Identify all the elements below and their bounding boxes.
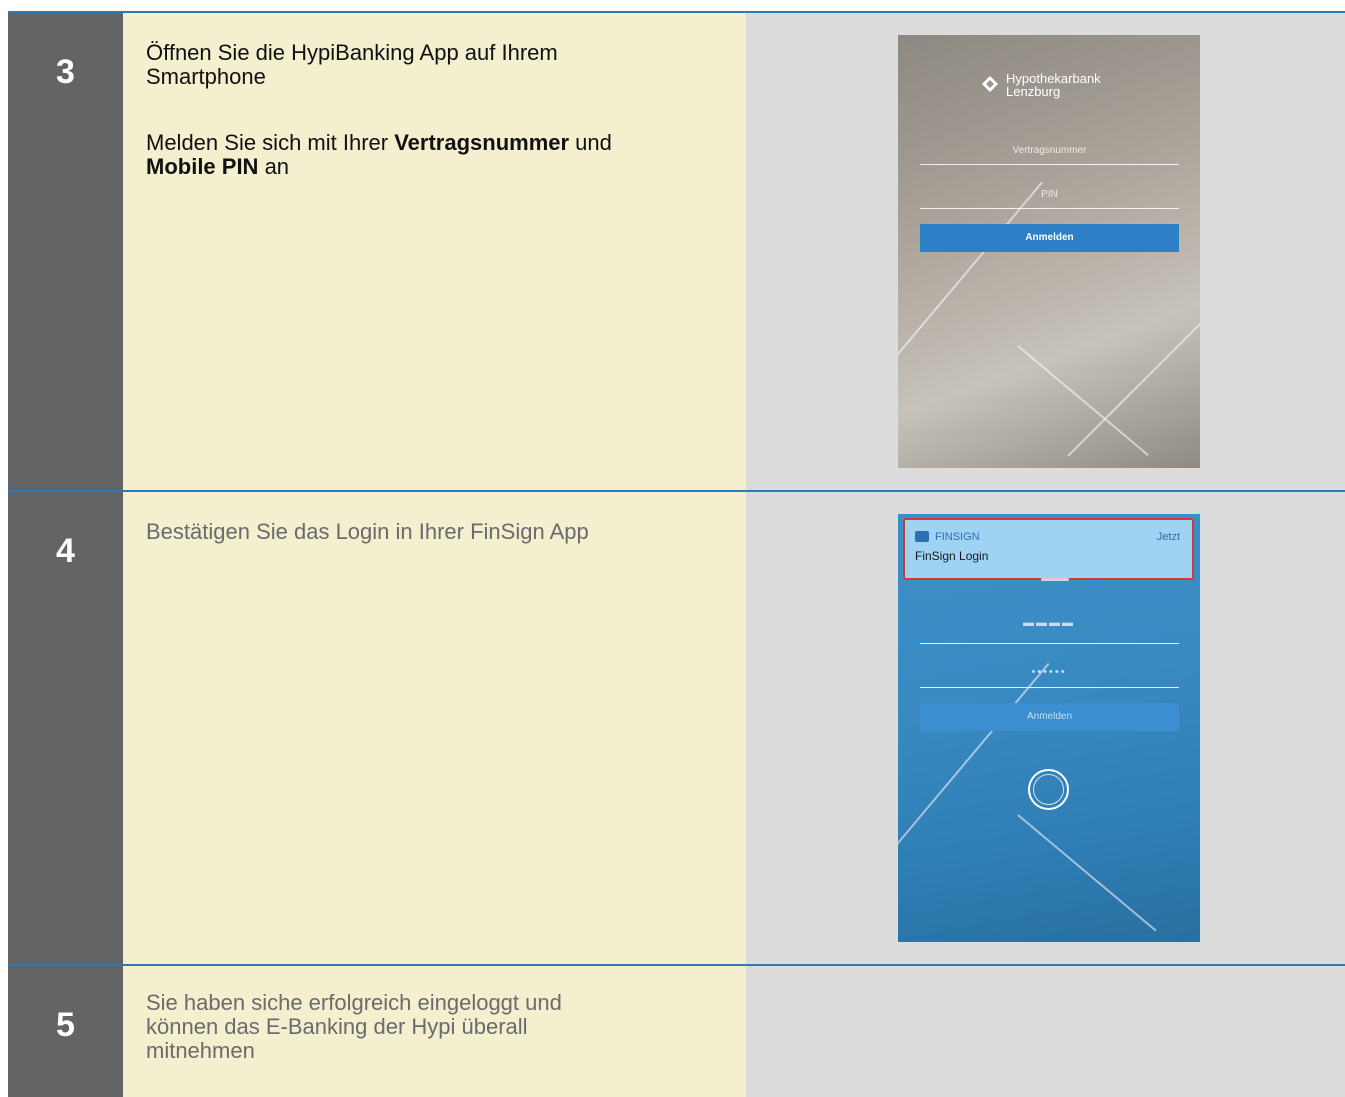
step-text-column: Bestätigen Sie das Login in Ihrer FinSig… [123, 492, 746, 964]
step-number-column: 5 [8, 966, 123, 1097]
step-number-column: 4 [8, 492, 123, 964]
instruction-paragraph-1: Öffnen Sie die HypiBanking App auf Ihrem… [146, 40, 558, 89]
finsign-screen-screenshot: FINSIGN Jetzt FinSign Login ▬▬▬▬ •••••• … [898, 514, 1200, 942]
contract-number-field[interactable]: Vertragsnummer [920, 145, 1179, 156]
contract-number-underline [920, 164, 1179, 165]
decorative-line [898, 662, 1050, 856]
notification-title: FinSign Login [915, 549, 989, 563]
push-notification[interactable]: FINSIGN Jetzt FinSign Login [903, 518, 1194, 581]
login-screen-screenshot: Hypothekarbank Lenzburg Vertragsnummer P… [898, 35, 1200, 468]
pin-underline [920, 687, 1179, 688]
step-image-column: Hypothekarbank Lenzburg Vertragsnummer P… [746, 13, 1345, 490]
step-image-column: FINSIGN Jetzt FinSign Login ▬▬▬▬ •••••• … [746, 492, 1345, 964]
step-row-4: 4 Bestätigen Sie das Login in Ihrer FinS… [8, 492, 1345, 964]
fingerprint-icon[interactable] [1028, 769, 1069, 810]
step-text-column: Öffnen Sie die HypiBanking App auf Ihrem… [123, 13, 746, 490]
pin-field[interactable]: PIN [920, 189, 1179, 200]
notification-handle [1041, 578, 1069, 581]
instruction-paragraph-1: Sie haben siche erfolgreich eingeloggt u… [146, 990, 562, 1063]
contract-number-masked: ▬▬▬▬ [1023, 617, 1075, 629]
bank-logo: Hypothekarbank Lenzburg [982, 72, 1101, 98]
pin-underline [920, 208, 1179, 209]
step-number-column: 3 [8, 13, 123, 490]
step-image-column [746, 966, 1345, 1097]
notification-time: Jetzt [1156, 531, 1180, 543]
instruction-paragraph-1: Bestätigen Sie das Login in Ihrer FinSig… [146, 519, 589, 544]
step-row-3: 3 Öffnen Sie die HypiBanking App auf Ihr… [8, 13, 1345, 490]
mobile-pin-label: Mobile PIN [146, 154, 259, 179]
bank-name-line2: Lenzburg [1006, 84, 1061, 99]
decorative-line [898, 181, 1044, 367]
decorative-line [1067, 313, 1200, 457]
step-row-5: 5 Sie haben siche erfolgreich eingeloggt… [8, 966, 1345, 1097]
decorative-line [1017, 814, 1157, 932]
contract-number-underline [920, 643, 1179, 644]
step-number: 3 [56, 53, 75, 91]
bank-logo-icon [982, 76, 998, 92]
finsign-app-icon [915, 531, 929, 542]
contract-number-label: Vertragsnummer [394, 130, 570, 155]
step-number: 5 [56, 1006, 75, 1044]
notification-app-name: FINSIGN [935, 531, 980, 543]
pin-masked: •••••• [1031, 666, 1067, 678]
login-button[interactable]: Anmelden [920, 703, 1179, 731]
step-number: 4 [56, 532, 75, 570]
instruction-paragraph-2: Melden Sie sich mit Ihrer Vertragsnummer… [146, 130, 612, 179]
step-text-column: Sie haben siche erfolgreich eingeloggt u… [123, 966, 746, 1097]
login-button[interactable]: Anmelden [920, 224, 1179, 252]
